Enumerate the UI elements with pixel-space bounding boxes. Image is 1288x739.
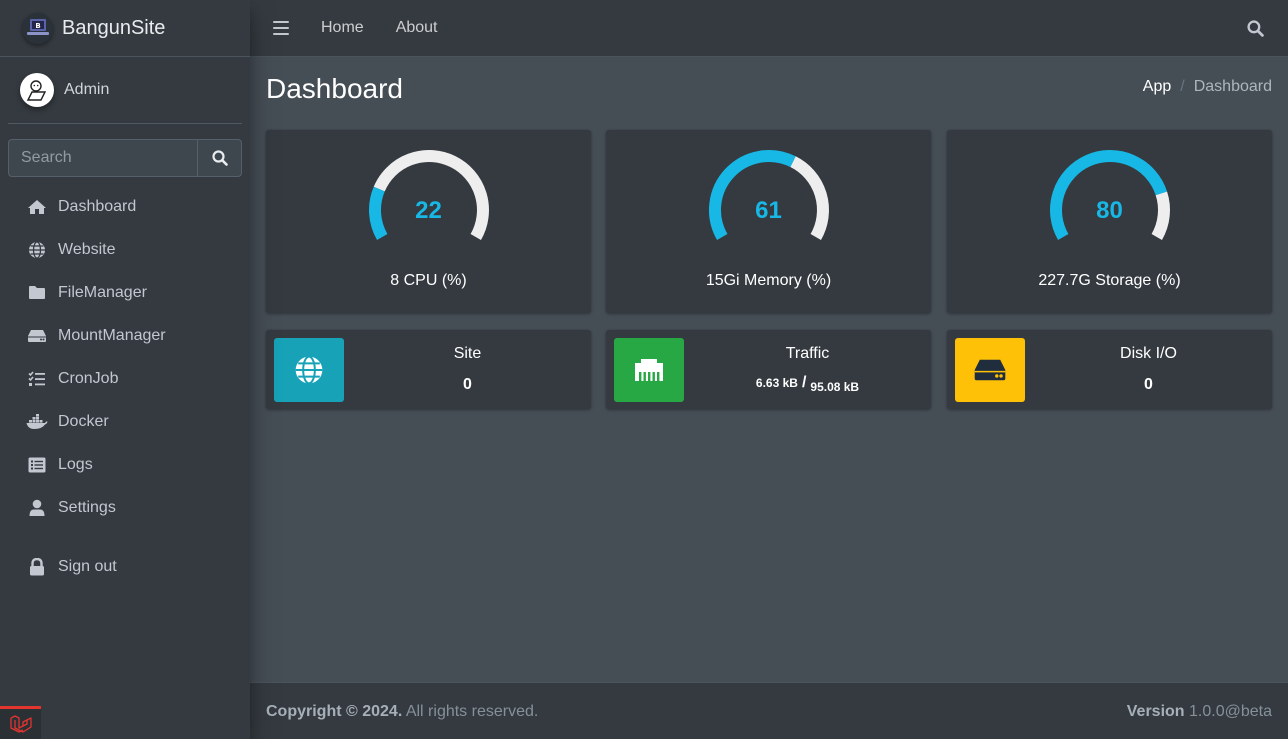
menu-toggle-icon[interactable] [273,21,289,35]
search-icon [211,150,228,166]
traffic-info-box[interactable]: Traffic 6.63 kB/95.08 kB [606,330,931,409]
copyright-strong: Copyright © 2024. [266,703,403,720]
list-alt-icon [26,455,48,475]
copyright: Copyright © 2024. All rights reserved. [266,703,538,721]
sidebar-item-label: Logs [58,455,93,473]
cpu-gauge-card: 22 8 CPU (%) [266,130,591,313]
page-title: Dashboard [266,73,403,104]
breadcrumb-app-link[interactable]: App [1143,78,1171,96]
hdd-icon [26,326,48,346]
sidebar-item-label: Sign out [58,557,117,575]
sidebar-item-signout[interactable]: Sign out [8,545,242,588]
disk-io-value: 0 [1144,376,1153,393]
search-button[interactable] [197,139,242,177]
site-title: Site [453,345,482,362]
nav-link-home[interactable]: Home [321,19,364,37]
cpu-gauge-label: 8 CPU (%) [390,272,467,289]
sidebar-item-label: Docker [58,412,109,430]
nav-divider [8,529,242,545]
traffic-down: 95.08 kB [810,380,860,394]
storage-gauge-label: 227.7G Storage (%) [1038,272,1181,289]
user-icon [26,498,48,518]
globe-icon [26,240,48,260]
user-panel[interactable]: Admin [8,57,242,124]
ethernet-icon [614,338,684,402]
folder-icon [26,283,48,303]
storage-gauge-card: 80 227.7G Storage (%) [947,130,1272,313]
sidebar-item-mountmanager[interactable]: MountManager [8,314,242,357]
sidebar-item-settings[interactable]: Settings [8,486,242,529]
copyright-rest: All rights reserved. [402,703,539,720]
brand-logo-letter: B [35,22,40,30]
memory-gauge-card: 61 15Gi Memory (%) [606,130,931,313]
site-info-box[interactable]: Site 0 [266,330,591,409]
breadcrumb-current: Dashboard [1193,78,1272,95]
disk-io-title: Disk I/O [1120,345,1177,362]
footer: Copyright © 2024. All rights reserved. V… [250,682,1288,739]
version-info: Version 1.0.0@beta [1127,703,1272,721]
sidebar-item-label: CronJob [58,369,119,387]
sidebar: B BangunSite Admin Search Dashboard Webs… [0,0,250,739]
sidebar-item-website[interactable]: Website [8,228,242,271]
disk-io-info-box[interactable]: Disk I/O 0 [947,330,1272,409]
storage-gauge-value: 80 [1096,197,1123,224]
content-wrapper: Dashboard App / Dashboard 22 8 CPU (%) 6… [250,57,1288,682]
nav-link-about[interactable]: About [396,19,438,37]
sidebar-item-cronjob[interactable]: CronJob [8,357,242,400]
laptop-logo-icon: B [26,19,49,35]
sidebar-item-label: Dashboard [58,197,137,215]
memory-gauge-label: 15Gi Memory (%) [705,272,832,289]
user-name[interactable]: Admin [64,81,109,99]
brand-link[interactable]: B BangunSite [0,0,250,57]
docker-icon [26,412,48,432]
laravel-debugbar-toggle[interactable] [0,706,41,739]
brand-name: BangunSite [62,16,166,39]
memory-gauge-value: 61 [755,197,782,224]
globe-icon [274,338,344,402]
breadcrumb: App / Dashboard [1143,78,1272,96]
laravel-icon [9,715,32,733]
traffic-title: Traffic [785,345,830,362]
brand-logo: B [22,12,53,44]
lock-icon [26,557,48,577]
tasks-icon [26,369,48,389]
sidebar-item-docker[interactable]: Docker [8,400,242,443]
sidebar-item-label: Website [58,240,116,258]
version-value: 1.0.0@beta [1184,703,1272,720]
version-label: Version [1126,703,1185,720]
traffic-values: 6.63 kB/95.08 kB [684,374,931,394]
user-avatar-icon [26,80,47,101]
sidebar-item-dashboard[interactable]: Dashboard [8,185,242,228]
sidebar-item-filemanager[interactable]: FileManager [8,271,242,314]
sidebar-item-logs[interactable]: Logs [8,443,242,486]
breadcrumb-separator: / [1180,78,1185,95]
traffic-up: 6.63 kB [755,376,798,390]
sidebar-item-label: MountManager [58,326,166,344]
cpu-gauge-value: 22 [415,197,442,224]
home-icon [26,197,48,217]
site-count: 0 [463,376,472,393]
hdd-icon [955,338,1025,402]
sidebar-search [8,139,242,177]
navbar-search-icon[interactable] [1247,20,1264,42]
traffic-separator: / [801,374,807,391]
top-navbar: Home About [250,0,1288,57]
search-input[interactable] [8,139,197,177]
sidebar-item-label: FileManager [58,283,147,301]
avatar [20,73,54,107]
sidebar-nav: Dashboard Website FileManager MountManag… [0,185,250,588]
sidebar-item-label: Settings [58,498,116,516]
